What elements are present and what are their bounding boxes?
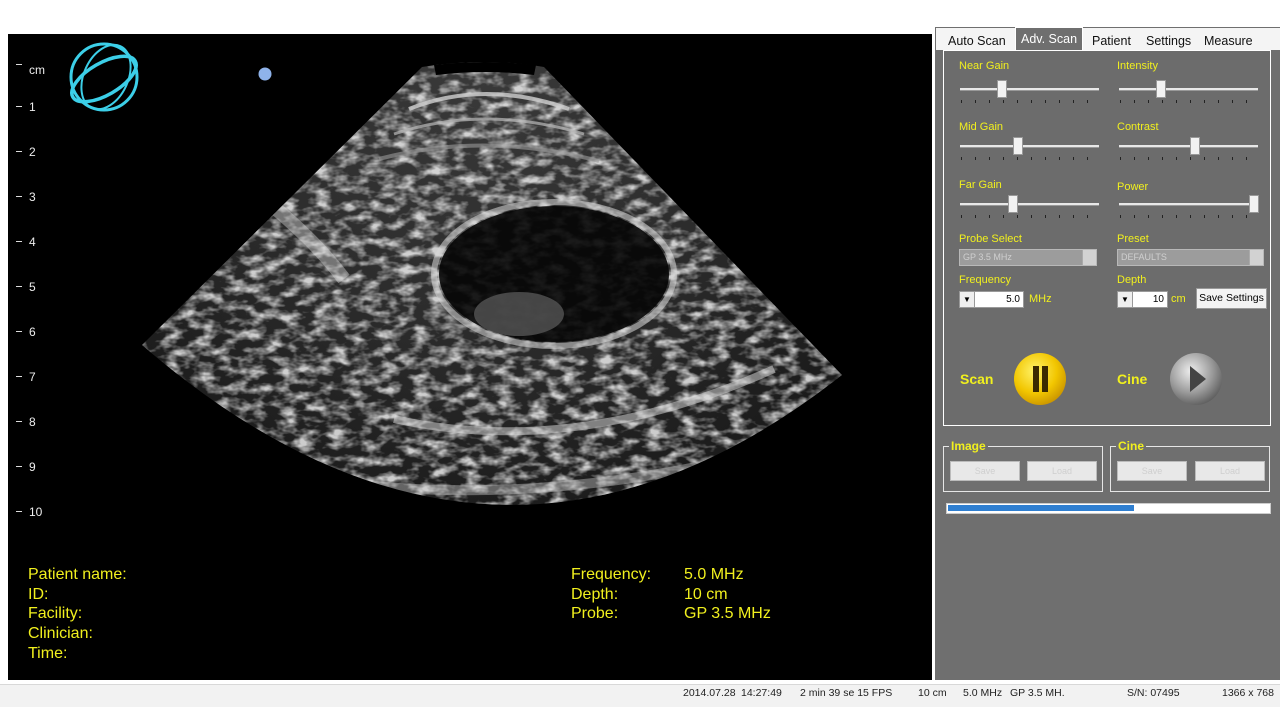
spin-down-icon[interactable]: ▼ [1118, 292, 1133, 307]
cine-load-button[interactable]: Load [1195, 461, 1265, 481]
mid-gain-label: Mid Gain [959, 121, 1004, 133]
depth-value: 10 [1152, 294, 1164, 305]
intensity-label: Intensity [1117, 60, 1158, 72]
depth-input[interactable]: ▼ 10 [1117, 291, 1168, 308]
preset-dropdown[interactable]: DEFAULTS [1117, 249, 1264, 266]
status-depth: 10 cm [918, 687, 947, 699]
far-gain-ticks [961, 215, 1100, 218]
id-label: ID: [28, 586, 49, 603]
progress-fill [948, 505, 1134, 511]
ruler-label: 9 [29, 460, 36, 474]
far-gain-thumb[interactable] [1007, 195, 1018, 213]
image-load-button[interactable]: Load [1027, 461, 1097, 481]
probe-select-dropdown[interactable]: GP 3.5 MHz [959, 249, 1097, 266]
ruler-label: 1 [29, 100, 36, 114]
ruler-label: 4 [29, 235, 36, 249]
ruler-label: 10 [29, 505, 43, 519]
frequency-value: 5.0 [1006, 294, 1020, 305]
scan-label: Scan [960, 371, 994, 387]
tab-settings[interactable]: Settings [1141, 30, 1196, 52]
near-gain-label: Near Gain [959, 60, 1010, 72]
frequency-unit: MHz [1029, 293, 1052, 305]
status-duration: 2 min 39 se 15 FPS [800, 687, 893, 699]
status-date: 2014.07.28 [683, 687, 736, 699]
patient-info-area: Patient name: ID: Facility: Clinician: T… [14, 549, 926, 677]
power-thumb[interactable] [1248, 195, 1259, 213]
marker-dot[interactable] [258, 67, 272, 81]
spin-down-icon[interactable]: ▼ [960, 292, 975, 307]
near-gain-thumb[interactable] [996, 80, 1007, 98]
preset-label: Preset [1117, 233, 1149, 245]
ruler-label: 3 [29, 190, 36, 204]
save-settings-button[interactable]: Save Settings [1196, 288, 1267, 309]
intensity-slider[interactable] [1119, 88, 1258, 91]
far-gain-slider[interactable] [960, 203, 1099, 206]
clinician-label: Clinician: [28, 625, 93, 642]
ruler-label: 7 [29, 370, 36, 384]
logo-globe-icon [69, 42, 139, 112]
status-bar [0, 684, 1280, 707]
frequency-info-value: 5.0 MHz [684, 566, 744, 583]
near-gain-ticks [961, 100, 1100, 103]
intensity-thumb[interactable] [1155, 80, 1166, 98]
chevron-down-icon [1249, 250, 1263, 265]
status-resolution: 1366 x 768 [1222, 687, 1274, 699]
ruler-label: 6 [29, 325, 36, 339]
cine-play-button[interactable] [1168, 352, 1224, 408]
far-gain-label: Far Gain [959, 179, 1002, 191]
facility-label: Facility: [28, 605, 83, 622]
depth-label: Depth [1117, 274, 1147, 286]
status-frequency: 5.0 MHz [963, 687, 1003, 699]
contrast-ticks [1120, 157, 1259, 160]
image-group-title: Image [949, 439, 988, 453]
near-gain-slider[interactable] [960, 88, 1099, 91]
cine-label: Cine [1117, 371, 1148, 387]
status-time: 14:27:49 [741, 687, 782, 699]
scan-pause-button[interactable] [1012, 352, 1068, 408]
tab-auto-scan[interactable]: Auto Scan [943, 30, 1011, 52]
frequency-label: Frequency [959, 274, 1011, 286]
probe-info-label: Probe: [571, 605, 619, 622]
depth-info-label: Depth: [571, 586, 619, 603]
tab-measure[interactable]: Measure [1199, 30, 1258, 52]
contrast-label: Contrast [1117, 121, 1159, 133]
contrast-slider[interactable] [1119, 145, 1258, 148]
probe-select-label: Probe Select [959, 233, 1022, 245]
status-serial: S/N: 07495 [1127, 687, 1180, 699]
time-label: Time: [28, 645, 68, 662]
power-ticks [1120, 215, 1259, 218]
frequency-input[interactable]: ▼ 5.0 [959, 291, 1024, 308]
mid-gain-ticks [961, 157, 1100, 160]
status-probe: GP 3.5 MH. [1010, 687, 1065, 699]
mid-gain-thumb[interactable] [1013, 137, 1024, 155]
ultrasound-image-area[interactable] [14, 39, 926, 546]
chevron-down-icon [1082, 250, 1096, 265]
ruler-unit: cm [29, 63, 45, 77]
ruler-label: 2 [29, 145, 36, 159]
probe-select-value: GP 3.5 MHz [963, 252, 1012, 262]
patient-name-label: Patient name: [28, 566, 127, 583]
cine-save-button[interactable]: Save [1117, 461, 1187, 481]
power-slider[interactable] [1119, 203, 1258, 206]
frequency-info-label: Frequency: [571, 566, 652, 583]
image-save-button[interactable]: Save [950, 461, 1020, 481]
tab-patient[interactable]: Patient [1087, 30, 1136, 52]
depth-unit: cm [1171, 293, 1186, 305]
depth-info-value: 10 cm [684, 586, 728, 603]
intensity-ticks [1120, 100, 1259, 103]
mid-gain-slider[interactable] [960, 145, 1099, 148]
probe-info-value: GP 3.5 MHz [684, 605, 771, 622]
ruler-label: 5 [29, 280, 36, 294]
preset-value: DEFAULTS [1121, 252, 1167, 262]
contrast-thumb[interactable] [1190, 137, 1201, 155]
ruler-label: 8 [29, 415, 36, 429]
cine-group-title: Cine [1116, 439, 1147, 453]
pause-icon [1033, 366, 1039, 392]
power-label: Power [1117, 181, 1149, 193]
